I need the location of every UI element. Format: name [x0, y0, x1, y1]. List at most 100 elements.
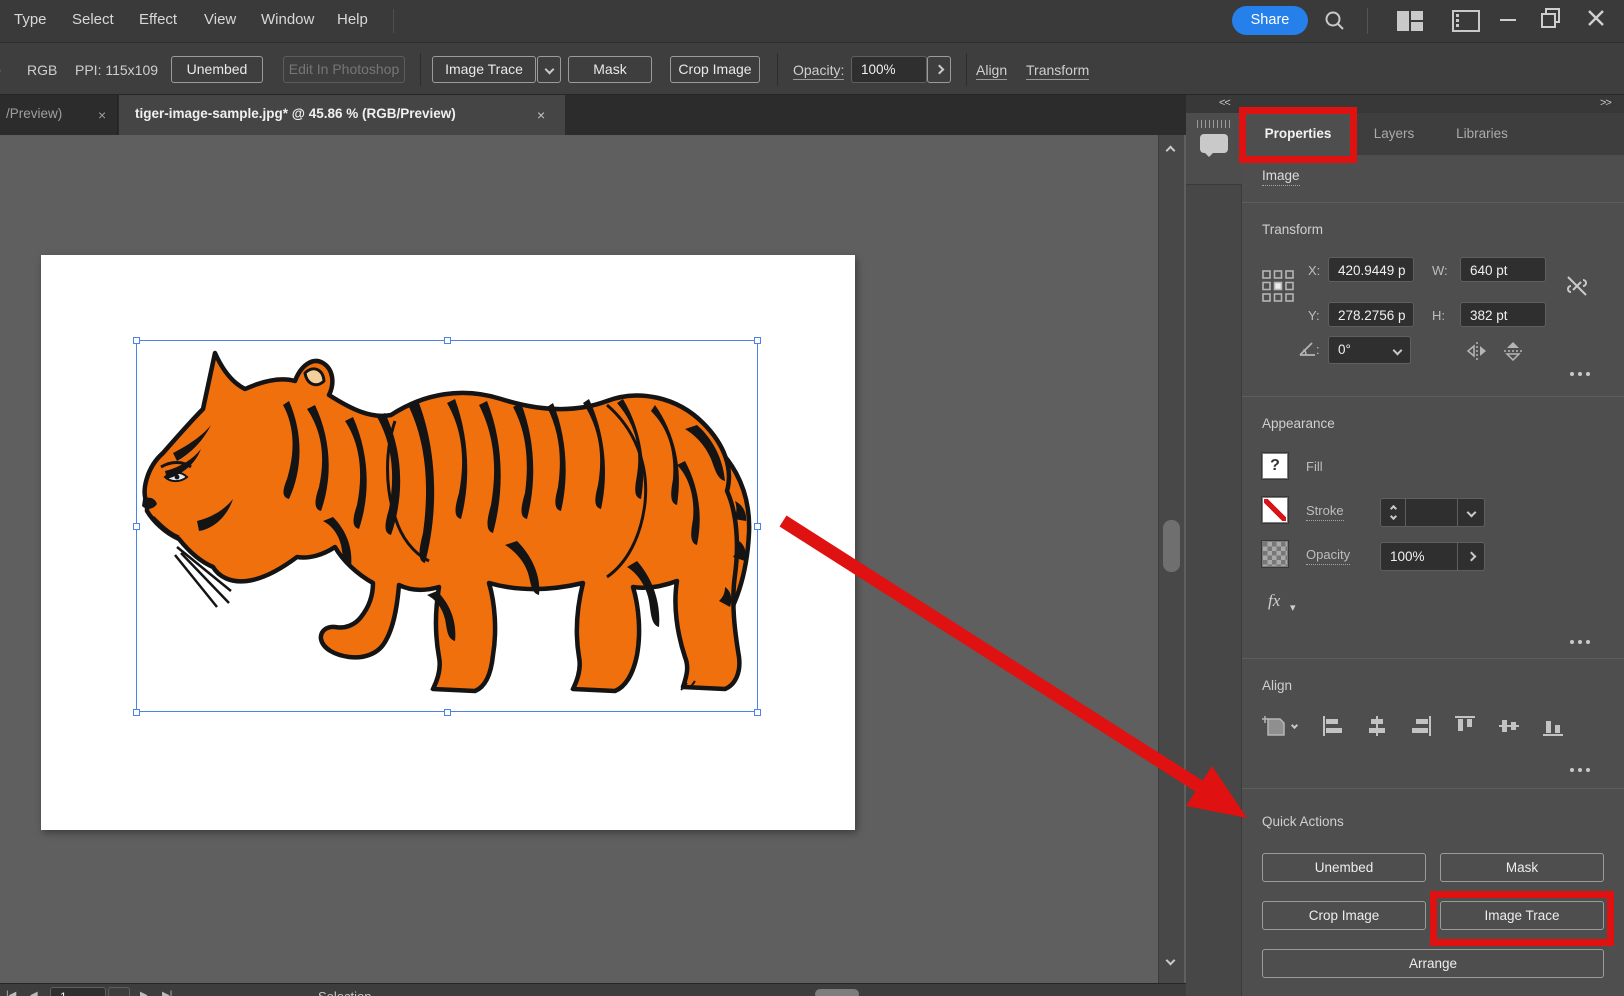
constrain-proportions-icon[interactable] [1564, 273, 1590, 299]
opacity-input[interactable]: 100% [851, 56, 927, 83]
unembed-button[interactable]: Unembed [171, 56, 263, 83]
panel-collapse-icon[interactable]: << [1219, 97, 1230, 109]
y-input[interactable]: 278.2756 p [1328, 302, 1414, 327]
reference-point-icon[interactable] [1262, 270, 1294, 302]
x-label: X: [1308, 263, 1320, 278]
selection-handle[interactable] [133, 709, 140, 716]
mask-button[interactable]: Mask [568, 56, 652, 83]
more-options-icon[interactable] [1570, 372, 1590, 376]
comments-panel-button[interactable] [1186, 113, 1242, 185]
control-bar: Image RGB PPI: 115x109 Unembed Edit In P… [0, 42, 1624, 95]
selection-handle[interactable] [133, 523, 140, 530]
align-top-icon[interactable] [1454, 715, 1476, 737]
opacity-link[interactable]: Opacity [1306, 547, 1350, 565]
prev-artboard-icon[interactable]: ◀ [30, 990, 38, 996]
more-options-icon[interactable] [1570, 640, 1590, 644]
fill-swatch[interactable]: ? [1262, 453, 1288, 479]
scroll-down-icon[interactable] [1166, 956, 1176, 966]
document-tab-active[interactable]: tiger-image-sample.jpg* @ 45.86 % (RGB/P… [119, 95, 565, 135]
tab-libraries[interactable]: Libraries [1434, 113, 1530, 155]
vertical-scrollbar[interactable] [1158, 135, 1184, 983]
align-horizontal-center-icon[interactable] [1366, 715, 1388, 737]
opacity-link[interactable]: Opacity: [793, 62, 844, 80]
mask-quick-button[interactable]: Mask [1440, 853, 1604, 882]
scrollbar-thumb[interactable] [1163, 520, 1180, 572]
menu-type[interactable]: Type [14, 11, 47, 28]
menu-effect[interactable]: Effect [139, 11, 177, 28]
selection-handle[interactable] [754, 709, 761, 716]
quick-actions-section-title: Quick Actions [1262, 814, 1344, 829]
minimize-button[interactable] [1498, 12, 1518, 28]
crop-image-button[interactable]: Crop Image [670, 56, 760, 83]
panel-expand-icon[interactable]: >> [1600, 97, 1611, 109]
x-input[interactable]: 420.9449 p [1328, 257, 1414, 282]
align-bottom-icon[interactable] [1542, 715, 1564, 737]
selection-bounding-box[interactable] [136, 340, 758, 712]
artboard-dropdown[interactable] [108, 987, 130, 996]
tab-layers[interactable]: Layers [1354, 113, 1434, 155]
image-trace-button[interactable]: Image Trace [432, 56, 536, 83]
scroll-up-icon[interactable] [1166, 146, 1176, 156]
tab-close-icon[interactable]: × [537, 107, 545, 123]
align-right-icon[interactable] [1410, 715, 1432, 737]
flip-horizontal-icon[interactable] [1466, 341, 1488, 361]
opacity-step-button[interactable] [927, 56, 951, 83]
horizontal-scrollbar-thumb[interactable] [815, 989, 859, 996]
selection-handle[interactable] [754, 337, 761, 344]
align-link[interactable]: Align [976, 62, 1007, 80]
artboard-number-field[interactable]: 1 [50, 987, 106, 996]
more-options-icon[interactable] [1570, 768, 1590, 772]
search-icon[interactable] [1322, 8, 1348, 34]
crop-image-quick-button[interactable]: Crop Image [1262, 901, 1426, 930]
align-vertical-center-icon[interactable] [1498, 715, 1520, 737]
menu-divider [393, 9, 394, 33]
selection-handle[interactable] [754, 523, 761, 530]
selection-handle[interactable] [133, 337, 140, 344]
menu-view[interactable]: View [204, 11, 236, 28]
document-tab-inactive[interactable]: /Preview) × [0, 95, 118, 135]
close-button[interactable] [1586, 8, 1606, 28]
selection-handle[interactable] [444, 709, 451, 716]
opacity-input[interactable]: 100% [1380, 542, 1458, 571]
transform-link[interactable]: Transform [1026, 62, 1089, 80]
workspace-layout-icon[interactable] [1396, 10, 1424, 32]
menu-window[interactable]: Window [261, 11, 314, 28]
restore-button[interactable] [1540, 7, 1562, 29]
last-artboard-icon[interactable]: ▶| [162, 990, 172, 996]
selected-object-type[interactable]: Image [1262, 168, 1300, 186]
stroke-link[interactable]: Stroke [1306, 503, 1344, 521]
panel-switch-icon[interactable] [1452, 10, 1480, 32]
flip-vertical-icon[interactable] [1502, 341, 1524, 361]
next-artboard-icon[interactable]: ▶ [140, 990, 148, 996]
opacity-swatch[interactable] [1262, 541, 1288, 567]
rotation-input[interactable]: 0° [1328, 336, 1386, 364]
stroke-weight-dropdown[interactable] [1458, 498, 1485, 527]
fx-effects-button[interactable]: fx [1268, 591, 1280, 611]
image-trace-dropdown[interactable] [537, 56, 561, 83]
drag-handle-icon[interactable] [1197, 120, 1231, 128]
align-left-icon[interactable] [1322, 715, 1344, 737]
menu-help[interactable]: Help [337, 11, 368, 28]
control-divider [966, 53, 967, 86]
stroke-weight-input[interactable] [1406, 498, 1458, 527]
y-label: Y: [1308, 308, 1320, 323]
rotation-dropdown[interactable] [1385, 336, 1411, 364]
unembed-quick-button[interactable]: Unembed [1262, 853, 1426, 882]
section-divider [1242, 396, 1624, 397]
tab-close-icon[interactable]: × [98, 107, 106, 123]
canvas-area[interactable] [0, 135, 1186, 983]
selection-handle[interactable] [444, 337, 451, 344]
h-input[interactable]: 382 pt [1460, 302, 1546, 327]
align-to-dropdown[interactable] [1262, 715, 1288, 739]
chevron-down-icon[interactable] [1291, 722, 1298, 729]
first-artboard-icon[interactable]: |◀ [6, 990, 16, 996]
menu-select[interactable]: Select [72, 11, 114, 28]
share-button[interactable]: Share [1232, 6, 1308, 35]
opacity-step-button[interactable] [1458, 542, 1485, 571]
arrange-quick-button[interactable]: Arrange [1262, 949, 1604, 978]
w-input[interactable]: 640 pt [1460, 257, 1546, 282]
chevron-right-icon [1466, 552, 1476, 562]
chevron-down-icon [1466, 508, 1476, 518]
stroke-weight-stepper[interactable] [1380, 498, 1406, 527]
stroke-swatch[interactable] [1262, 497, 1288, 523]
